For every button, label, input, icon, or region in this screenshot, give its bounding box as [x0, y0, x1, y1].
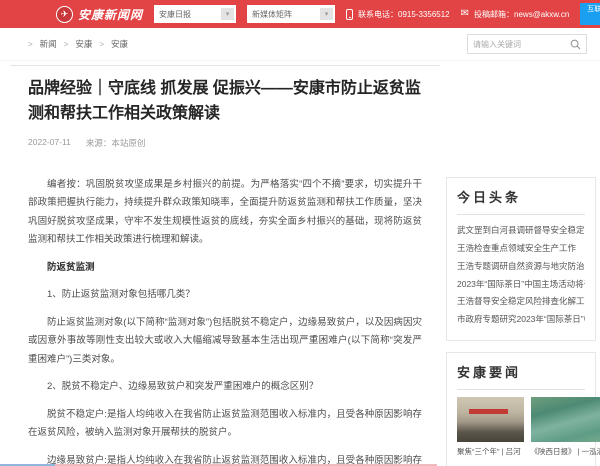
- headline-item[interactable]: 王浩专题调研自然资源与地灾防治工作: [457, 258, 585, 276]
- sidebar: 今日头条 武文罡到白河县调研督导安全稳定等工作 王浩检查重点领域安全生产工作 王…: [446, 177, 596, 466]
- breadcrumb-ankang[interactable]: 安康: [75, 38, 92, 50]
- article-paragraph: 2、脱贫不稳定户、边缘易致贫户和突发严重困难户的概念区别？: [28, 378, 422, 397]
- ankang-news-box: 安康要闻 聚焦“三个年” | 吕河 《陕西日报》 | 一泓清 文明有我·凡人善举…: [446, 352, 596, 466]
- site-logo[interactable]: ✈ 安康新闻网: [56, 6, 143, 23]
- mail-icon: ✉: [461, 9, 469, 19]
- today-headlines-title: 今日头条: [457, 187, 585, 215]
- breadcrumb-ankang-2[interactable]: 安康: [111, 38, 128, 50]
- news-item[interactable]: 《陕西日报》 | 一泓清: [531, 397, 600, 457]
- contact-email-label: 投稿邮箱：news@akxw.cn: [474, 9, 569, 20]
- site-logo-text: 安康新闻网: [78, 6, 143, 23]
- breadcrumb-row: > 新闻 > 安康 > 安康: [0, 28, 600, 61]
- breadcrumb-separator: >: [99, 40, 104, 49]
- plane-logo-icon: ✈: [56, 6, 73, 23]
- headline-item[interactable]: 王浩督导安全稳定风险排查化解工作: [457, 293, 585, 311]
- select-ankang-daily-label: 安康日报: [159, 9, 191, 20]
- chevron-down-icon: ▾: [320, 8, 333, 20]
- article-paragraph: 编者按：巩固脱贫攻坚成果是乡村振兴的前提。为严格落实“四个不摘”要求，切实提升干…: [28, 176, 422, 250]
- top-bar: ✈ 安康新闻网 安康日报 ▾ 新媒体矩阵 ▾ 联系电话：0915-3356512…: [0, 0, 600, 28]
- search-input[interactable]: [473, 40, 570, 49]
- illegal-report-line2: 0915-3288417: [587, 14, 600, 23]
- contact-phone-label: 联系电话：0915-3356512: [358, 9, 450, 20]
- headline-item[interactable]: 2023年“国际茶日”中国主场活动将于5月: [457, 276, 585, 294]
- headline-item[interactable]: 武文罡到白河县调研督导安全稳定等工作: [457, 222, 585, 240]
- article-title: 品牌经验｜守底线 抓发展 促振兴——安康市防止返贫监测和帮扶工作相关政策解读: [28, 77, 422, 127]
- today-headlines-list: 武文罡到白河县调研督导安全稳定等工作 王浩检查重点领域安全生产工作 王浩专题调研…: [457, 222, 585, 329]
- article-section-heading: 防返贫监测: [28, 259, 422, 278]
- search-box: [467, 34, 587, 54]
- news-item[interactable]: 聚焦“三个年” | 吕河: [457, 397, 524, 457]
- select-new-media[interactable]: 新媒体矩阵 ▾: [247, 5, 335, 23]
- headline-item[interactable]: 市政府专题研究2023年“国际茶日”中国主: [457, 311, 585, 329]
- article-paragraph: 脱贫不稳定户:是指人均纯收入在我省防止返贫监测范围收入标准内，且受各种原因影响存…: [28, 406, 422, 443]
- news-caption: 《陕西日报》 | 一泓清: [531, 446, 600, 457]
- select-new-media-label: 新媒体矩阵: [252, 9, 292, 20]
- today-headlines-box: 今日头条 武文罡到白河县调研督导安全稳定等工作 王浩检查重点领域安全生产工作 王…: [446, 177, 596, 341]
- contact-email: ✉ 投稿邮箱：news@akxw.cn: [461, 9, 570, 20]
- search-icon[interactable]: [570, 39, 581, 50]
- breadcrumb-news[interactable]: 新闻: [40, 38, 57, 50]
- chevron-down-icon: ▾: [221, 8, 234, 20]
- ankang-news-grid: 聚焦“三个年” | 吕河 《陕西日报》 | 一泓清 文明有我·凡人善举 | “两…: [457, 397, 585, 466]
- article-source: 来源：本站原创: [86, 137, 146, 149]
- news-thumbnail-lake-photo: [531, 397, 600, 442]
- illegal-report-line1: 互联网违法和不良信息举报: [587, 5, 600, 14]
- breadcrumb-separator: >: [28, 40, 33, 49]
- select-ankang-daily[interactable]: 安康日报 ▾: [154, 5, 236, 23]
- article-paragraph: 防止返贫监测对象(以下简称“监测对象”)包括脱贫不稳定户，边缘易致贫户，以及因病…: [28, 314, 422, 370]
- main-content: 品牌经验｜守底线 抓发展 促振兴——安康市防止返贫监测和帮扶工作相关政策解读 2…: [0, 61, 600, 466]
- article-paragraph: 1、防止返贫监测对象包括哪几类？: [28, 286, 422, 305]
- news-caption: 聚焦“三个年” | 吕河: [457, 446, 524, 457]
- phone-icon: [346, 9, 353, 20]
- article: 品牌经验｜守底线 抓发展 促振兴——安康市防止返贫监测和帮扶工作相关政策解读 2…: [10, 65, 440, 466]
- illegal-report-button[interactable]: 互联网违法和不良信息举报 0915-3288417: [580, 3, 600, 26]
- ankang-news-title: 安康要闻: [457, 362, 585, 390]
- article-date: 2022-07-11: [28, 137, 71, 149]
- news-thumbnail-meeting-photo: [457, 397, 524, 442]
- headline-item[interactable]: 王浩检查重点领域安全生产工作: [457, 240, 585, 258]
- contact-phone: 联系电话：0915-3356512: [346, 9, 450, 20]
- article-meta: 2022-07-11 来源：本站原创: [28, 137, 422, 149]
- breadcrumb-separator: >: [64, 40, 69, 49]
